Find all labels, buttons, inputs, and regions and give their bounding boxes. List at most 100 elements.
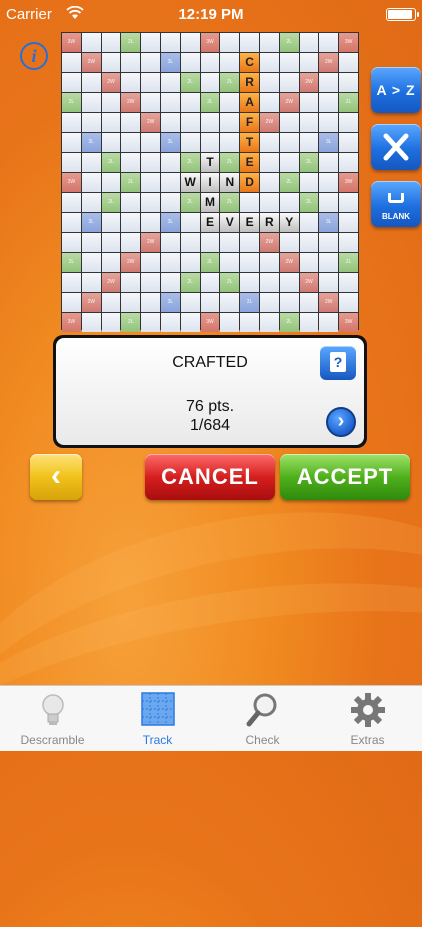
board-cell[interactable] [299, 33, 319, 52]
board-cell[interactable] [319, 73, 339, 92]
board-cell[interactable] [240, 193, 259, 212]
board-tile[interactable]: T [240, 133, 259, 152]
board-cell-premium[interactable]: 3W [339, 313, 358, 332]
board-tile[interactable]: Y [279, 213, 299, 232]
board-cell-premium[interactable]: 3W [62, 173, 81, 192]
board-cell[interactable] [319, 33, 339, 52]
board-cell[interactable] [240, 253, 259, 272]
board-cell[interactable] [101, 133, 121, 152]
board-cell[interactable] [299, 173, 319, 192]
board-cell-premium[interactable]: 2W [299, 273, 319, 292]
board-cell[interactable] [339, 73, 358, 92]
board-cell[interactable] [180, 53, 200, 72]
sort-button[interactable]: A > Z [371, 67, 421, 113]
board-cell[interactable] [141, 73, 160, 92]
board-cell[interactable] [279, 293, 299, 312]
board-cell-premium[interactable]: 2W [319, 293, 339, 312]
blank-tile-button[interactable]: BLANK [371, 181, 421, 227]
board-cell[interactable] [259, 133, 279, 152]
board-cell-premium[interactable]: 2L [101, 193, 121, 212]
board-cell[interactable] [101, 313, 121, 332]
board-cell[interactable] [240, 233, 259, 252]
board-cell-premium[interactable]: 3W [339, 173, 358, 192]
board-cell-premium[interactable]: 2L [220, 273, 240, 292]
board-tile[interactable]: C [240, 53, 259, 72]
board-tile[interactable]: R [240, 73, 259, 92]
board-cell[interactable] [299, 113, 319, 132]
board-cell[interactable] [121, 233, 141, 252]
board-cell[interactable] [220, 313, 240, 332]
info-icon[interactable]: i [20, 42, 48, 70]
board-cell-premium[interactable]: 2L [299, 153, 319, 172]
board-cell[interactable] [141, 93, 160, 112]
board-cell-premium[interactable]: 2L [200, 93, 220, 112]
board-cell[interactable] [220, 253, 240, 272]
board-cell[interactable] [141, 293, 160, 312]
board-cell[interactable] [160, 193, 180, 212]
board-cell-premium[interactable]: 2W [141, 233, 160, 252]
cancel-button[interactable]: CANCEL [145, 454, 275, 500]
board-cell[interactable] [319, 153, 339, 172]
board-cell-premium[interactable]: 2W [121, 253, 141, 272]
board-cell-premium[interactable]: 2W [299, 73, 319, 92]
board-cell[interactable] [121, 293, 141, 312]
board-tile[interactable]: E [240, 213, 259, 232]
board-cell-premium[interactable]: 2L [279, 313, 299, 332]
board-cell[interactable] [81, 253, 101, 272]
board-cell-premium[interactable]: 2L [121, 33, 141, 52]
board-cell[interactable] [180, 253, 200, 272]
board-cell-premium[interactable]: 2W [319, 53, 339, 72]
board-cell[interactable] [160, 173, 180, 192]
board-cell[interactable] [160, 253, 180, 272]
board-cell[interactable] [220, 33, 240, 52]
board-cell-premium[interactable]: 3L [160, 213, 180, 232]
board-cell-premium[interactable]: 3L [81, 213, 101, 232]
board-tile[interactable]: T [200, 153, 220, 172]
board-cell[interactable] [160, 233, 180, 252]
board-cell[interactable] [299, 93, 319, 112]
board-cell[interactable] [339, 53, 358, 72]
board-cell-premium[interactable]: 3W [62, 33, 81, 52]
board-cell[interactable] [299, 133, 319, 152]
board-cell[interactable] [121, 133, 141, 152]
board-cell[interactable] [101, 173, 121, 192]
board-cell[interactable] [62, 233, 81, 252]
board-cell-premium[interactable]: 2L [220, 73, 240, 92]
board-cell[interactable] [279, 53, 299, 72]
board-cell[interactable] [339, 293, 358, 312]
board-cell[interactable] [141, 313, 160, 332]
board-cell[interactable] [101, 53, 121, 72]
tab-descramble[interactable]: Descramble [0, 686, 105, 751]
board-tile[interactable]: W [180, 173, 200, 192]
board-cell[interactable] [259, 273, 279, 292]
board-cell[interactable] [121, 193, 141, 212]
board-cell[interactable] [141, 253, 160, 272]
board-cell-premium[interactable]: 2W [81, 293, 101, 312]
board-cell-premium[interactable]: 2W [279, 93, 299, 112]
board-cell[interactable] [62, 73, 81, 92]
board-cell[interactable] [101, 93, 121, 112]
board-cell[interactable] [141, 53, 160, 72]
back-button[interactable]: ‹ [30, 454, 82, 500]
board-cell[interactable] [200, 53, 220, 72]
board-tile[interactable]: V [220, 213, 240, 232]
board-cell-premium[interactable]: 3W [62, 313, 81, 332]
board-cell[interactable] [141, 213, 160, 232]
board-cell[interactable] [62, 113, 81, 132]
board-cell[interactable] [259, 313, 279, 332]
board-cell[interactable] [339, 213, 358, 232]
board-cell[interactable] [81, 313, 101, 332]
board-cell[interactable] [279, 153, 299, 172]
board-cell[interactable] [200, 73, 220, 92]
board-cell[interactable] [180, 93, 200, 112]
board-cell[interactable] [141, 273, 160, 292]
board-cell[interactable] [299, 293, 319, 312]
dictionary-button[interactable]: ? [320, 346, 356, 380]
board-cell-premium[interactable]: 2L [339, 93, 358, 112]
board-cell[interactable] [62, 213, 81, 232]
board-cell[interactable] [299, 233, 319, 252]
board-cell[interactable] [101, 213, 121, 232]
board-cell[interactable] [121, 113, 141, 132]
board-cell-premium[interactable]: 2L [121, 173, 141, 192]
board-cell[interactable] [319, 253, 339, 272]
